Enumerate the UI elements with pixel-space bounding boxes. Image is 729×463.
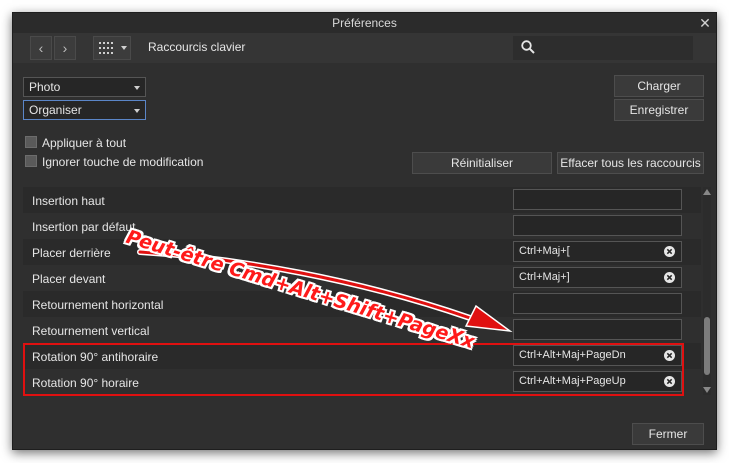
search-field[interactable] [513,36,693,60]
apply-all-label: Appliquer à tout [42,136,127,150]
shortcut-label: Placer devant [32,272,106,286]
ignore-modifier-option[interactable]: Ignorer touche de modification [25,154,203,170]
scroll-up-arrow-icon[interactable] [703,189,711,195]
category-select[interactable]: Organiser [23,100,146,120]
shortcut-label: Retournement horizontal [32,298,164,312]
clear-icon[interactable] [664,246,675,257]
title-bar: Préférences ✕ [13,13,716,33]
chevron-down-icon [121,46,127,50]
shortcut-field[interactable] [513,319,682,340]
shortcut-list: Insertion haut Insertion par défaut Plac… [23,187,701,395]
shortcut-value: Ctrl+Alt+Maj+PageUp [519,375,626,387]
shortcut-field[interactable]: Ctrl+Alt+Maj+PageDn [513,345,682,366]
grid-menu-button[interactable] [93,36,131,60]
search-icon[interactable] [521,40,535,54]
forward-button[interactable]: › [54,36,76,60]
apply-all-option[interactable]: Appliquer à tout [25,135,126,151]
close-icon[interactable]: ✕ [696,13,714,33]
shortcut-label: Placer derrière [32,246,111,260]
shortcut-label: Rotation 90° antihoraire [32,350,159,364]
shortcut-row[interactable]: Placer devant Ctrl+Maj+] [23,265,701,291]
chevron-down-icon [134,86,140,90]
ignore-modifier-checkbox[interactable] [25,155,37,167]
ignore-modifier-label: Ignorer touche de modification [42,155,204,169]
scroll-down-arrow-icon[interactable] [703,387,711,393]
shortcut-row[interactable]: Insertion haut [23,187,701,213]
shortcut-row[interactable]: Rotation 90° horaire Ctrl+Alt+Maj+PageUp [23,369,701,395]
shortcut-row[interactable]: Placer derrière Ctrl+Maj+[ [23,239,701,265]
shortcut-value: Ctrl+Alt+Maj+PageDn [519,349,626,361]
back-button[interactable]: ‹ [30,36,52,60]
close-button[interactable]: Fermer [632,423,704,445]
shortcut-label: Insertion par défaut [32,220,136,234]
preferences-window: Préférences ✕ ‹ › Raccourcis clavier Pho… [12,12,717,450]
section-title: Raccourcis clavier [148,40,246,54]
clear-icon[interactable] [664,350,675,361]
reset-button[interactable]: Réinitialiser [412,152,552,174]
shortcut-field[interactable] [513,215,682,236]
shortcut-value: Ctrl+Maj+] [519,271,570,283]
category-select-value: Organiser [29,103,82,117]
shortcut-label: Insertion haut [32,194,105,208]
shortcut-row[interactable]: Retournement horizontal [23,291,701,317]
shortcut-field[interactable]: Ctrl+Maj+] [513,267,682,288]
toolbar: ‹ › Raccourcis clavier [13,33,716,63]
shortcut-label: Retournement vertical [32,324,150,338]
shortcut-row[interactable]: Rotation 90° antihoraire Ctrl+Alt+Maj+Pa… [23,343,701,369]
shortcut-label: Rotation 90° horaire [32,376,139,390]
clear-icon[interactable] [664,272,675,283]
apply-all-checkbox[interactable] [25,136,37,148]
list-scrollbar[interactable] [703,187,711,395]
load-button[interactable]: Charger [614,75,704,97]
shortcut-field[interactable]: Ctrl+Maj+[ [513,241,682,262]
clear-all-shortcuts-button[interactable]: Effacer tous les raccourcis [557,152,704,174]
window-title: Préférences [332,16,397,30]
shortcut-field[interactable]: Ctrl+Alt+Maj+PageUp [513,371,682,392]
shortcut-row[interactable]: Retournement vertical [23,317,701,343]
persona-select[interactable]: Photo [23,77,146,97]
shortcut-row[interactable]: Insertion par défaut [23,213,701,239]
scroll-thumb[interactable] [704,317,710,375]
shortcut-value: Ctrl+Maj+[ [519,245,570,257]
clear-icon[interactable] [664,376,675,387]
shortcut-field[interactable] [513,189,682,210]
chevron-down-icon [134,109,140,113]
save-button[interactable]: Enregistrer [614,99,704,121]
shortcut-field[interactable] [513,293,682,314]
persona-select-value: Photo [29,80,61,94]
grid-icon [99,42,113,54]
